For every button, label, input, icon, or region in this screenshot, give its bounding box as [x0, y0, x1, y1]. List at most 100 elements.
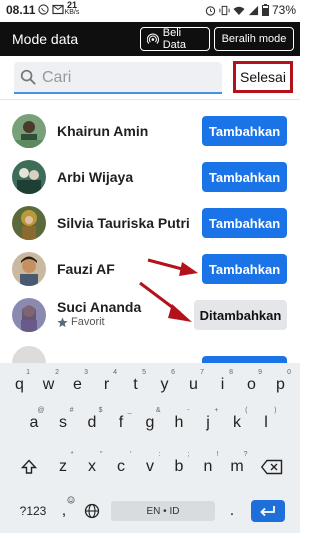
battery-percent: 73% — [271, 3, 296, 17]
beralih-mode-label: Beralih mode — [221, 33, 287, 45]
search-box[interactable] — [14, 62, 222, 94]
key-hint: ( — [245, 407, 248, 414]
key-v[interactable]: v: — [136, 451, 165, 483]
notification-icons — [38, 4, 64, 15]
speed-value: 21 — [66, 0, 77, 10]
key-label: n — [203, 458, 213, 475]
key-c[interactable]: c ' — [107, 451, 136, 483]
backspace-key[interactable] — [252, 451, 292, 483]
keyboard-row-4: ?123 , EN • ID . — [0, 495, 300, 527]
tambahkan-button[interactable]: Tambahkan — [202, 162, 287, 192]
enter-key[interactable] — [251, 500, 285, 522]
contact-name: Khairun Amin — [57, 123, 149, 139]
key-hint: * — [70, 451, 74, 458]
symbols-key[interactable]: ?123 — [15, 495, 51, 527]
beli-data-button[interactable]: Beli Data — [140, 27, 210, 51]
contact-name: Silvia Tauriska Putri — [57, 215, 190, 231]
key-label: g — [145, 414, 155, 431]
key-k[interactable]: k( — [223, 407, 252, 439]
key-n[interactable]: n! — [194, 451, 223, 483]
key-l[interactable]: l) — [252, 407, 281, 439]
list-item: Khairun Amin Tambahkan — [0, 110, 300, 156]
vibrate-icon — [219, 5, 230, 15]
key-label: e — [73, 376, 82, 393]
key-o[interactable]: o9 — [237, 369, 266, 401]
key-hint: 6 — [171, 369, 175, 376]
selesai-button[interactable]: Selesai — [233, 61, 293, 93]
key-d[interactable]: d $ — [78, 407, 107, 439]
tambahkan-button[interactable]: Tambahkan — [202, 116, 287, 146]
comma-key[interactable]: , — [51, 495, 77, 527]
key-u[interactable]: u7 — [179, 369, 208, 401]
beralih-mode-button[interactable]: Beralih mode — [214, 27, 294, 51]
language-key[interactable] — [77, 495, 107, 527]
key-label: l — [264, 414, 268, 431]
tambahkan-button[interactable]: Tambahkan — [202, 254, 287, 284]
key-z[interactable]: z * — [49, 451, 78, 483]
key-g[interactable]: g & — [136, 407, 165, 439]
key-label: k — [233, 414, 241, 431]
key-e[interactable]: e3 — [63, 369, 92, 401]
key-hint: ? — [243, 451, 248, 458]
key-label: p — [276, 376, 285, 393]
key-hint: 1 — [26, 369, 30, 376]
avatar — [12, 252, 46, 286]
status-time: 08.11 — [6, 3, 36, 17]
tambahkan-button[interactable]: Tambahkan — [202, 208, 287, 238]
key-hint: 5 — [142, 369, 146, 376]
contact-name: Arbi Wijaya — [57, 169, 134, 185]
search-input[interactable] — [42, 65, 217, 91]
key-j[interactable]: j + — [194, 407, 223, 439]
key-label: d — [87, 414, 97, 431]
key-label: b — [174, 458, 184, 475]
key-hint: 9 — [258, 369, 262, 376]
battery-icon — [261, 4, 269, 16]
key-r[interactable]: r4 — [92, 369, 121, 401]
ditambahkan-button[interactable]: Ditambahkan — [194, 300, 287, 330]
key-p[interactable]: p0 — [266, 369, 295, 401]
key-f[interactable]: f _ — [107, 407, 136, 439]
key-hint: # — [69, 407, 74, 414]
key-i[interactable]: i8 — [208, 369, 237, 401]
key-hint: ; — [187, 451, 190, 458]
whatsapp-icon — [38, 4, 49, 15]
shift-key[interactable] — [9, 451, 49, 483]
key-hint: @ — [37, 407, 45, 414]
list-item: Arbi Wijaya Tambahkan — [0, 156, 300, 202]
key-b[interactable]: b; — [165, 451, 194, 483]
key-x[interactable]: x " — [78, 451, 107, 483]
key-label: z — [59, 458, 67, 475]
key-h[interactable]: h- — [165, 407, 194, 439]
key-q[interactable]: q1 — [5, 369, 34, 401]
broadcast-icon — [147, 32, 159, 44]
key-y[interactable]: y6 — [150, 369, 179, 401]
key-t[interactable]: t5 — [121, 369, 150, 401]
key-label: y — [160, 376, 169, 393]
backspace-icon — [260, 459, 282, 475]
contact-list: Khairun Amin Tambahkan Arbi Wijaya Tamba… — [0, 110, 300, 380]
key-a[interactable]: a @ — [20, 407, 49, 439]
app-header: Mode data Beli Data Beralih mode — [0, 22, 300, 56]
selesai-label: Selesai — [240, 69, 286, 85]
globe-icon — [84, 503, 100, 519]
key-m[interactable]: m? — [223, 451, 252, 483]
key-label: f — [118, 414, 124, 431]
key-hint: ' — [130, 451, 132, 458]
keyboard-row-3: z * x " c ' v: b; n! m? — [0, 451, 300, 483]
key-label: j — [206, 414, 210, 431]
speed-unit: KB/s — [64, 9, 80, 16]
key-label: x — [88, 458, 96, 475]
on-screen-keyboard: q1 w2 e3 r4 t5 y6 u7 i8 o9 p0 a @ s # d $ f… — [0, 363, 300, 533]
key-label: , — [61, 502, 67, 519]
space-bar[interactable]: EN • ID — [111, 501, 215, 521]
period-key[interactable]: . — [219, 495, 245, 527]
key-hint: 8 — [229, 369, 233, 376]
keyboard-row-1: q1 w2 e3 r4 t5 y6 u7 i8 o9 p0 — [0, 369, 300, 401]
keyboard-row-2: a @ s # d $ f _ g & h- j + k( l) — [0, 407, 300, 439]
key-s[interactable]: s # — [49, 407, 78, 439]
key-w[interactable]: w2 — [34, 369, 63, 401]
annotation-arrow — [147, 258, 198, 276]
key-label: u — [189, 376, 198, 393]
key-hint: + — [214, 407, 219, 414]
key-label: q — [15, 376, 24, 393]
